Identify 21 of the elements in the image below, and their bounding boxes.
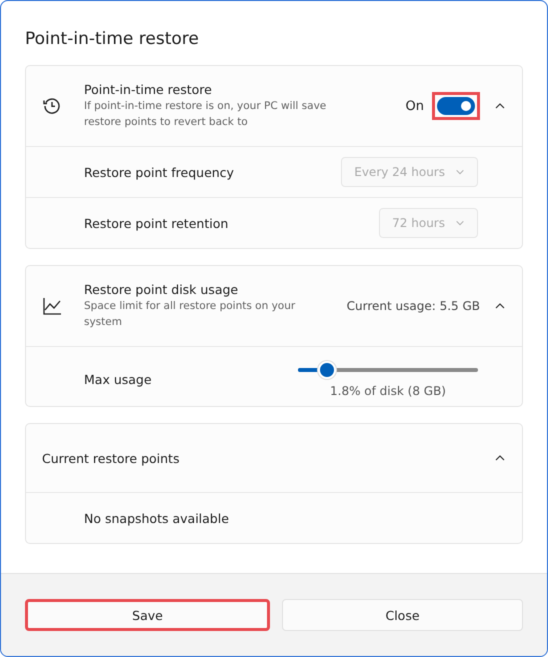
section-description: If point-in-time restore is on, your PC will save restore points to revert back to [84,99,328,130]
line-chart-icon [42,296,62,316]
usage-text: Current usage: 5.5 GB [346,299,480,313]
close-button[interactable]: Close [282,599,523,631]
slider-reading: 1.8% of disk (8 GB) [330,384,446,398]
setting-label: No snapshots available [84,510,230,526]
section-title: Restore point disk usage [84,282,240,298]
slider[interactable] [298,361,478,379]
setting-label: Restore point retention [84,216,230,230]
section-description: Space limit for all restore points on your system [84,299,296,330]
save-button[interactable]: Save [25,599,270,631]
section-title: Current restore points [42,450,180,466]
chevron-down-icon [455,167,465,177]
history-icon [42,96,62,116]
setting-label: Max usage [84,372,153,387]
setting-label: Restore point frequency [84,164,235,180]
dialog-title: Point-in-time restore [25,29,200,49]
toggle-label: On [406,98,424,114]
toggle-switch[interactable] [437,97,475,115]
section-title: Point-in-time restore [84,82,213,98]
chevron-down-icon [455,218,465,228]
